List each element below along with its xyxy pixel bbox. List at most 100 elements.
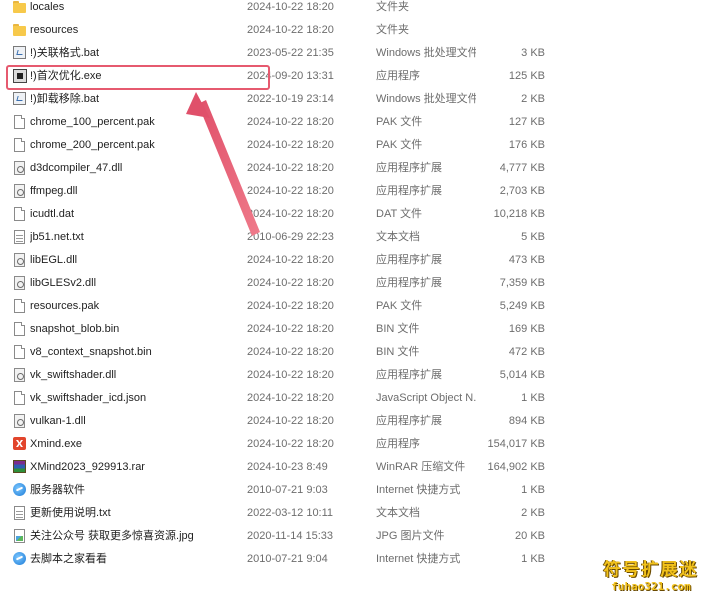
file-size: 125 KB [508,70,545,82]
dll-file-icon [14,276,25,290]
file-date: 2024-10-22 18:20 [247,139,334,151]
file-date: 2024-10-22 18:20 [247,116,334,128]
file-row[interactable]: 服务器软件 2010-07-21 9:03 Internet 快捷方式 1 KB [0,479,560,502]
file-date: 2024-10-22 18:20 [247,254,334,266]
file-icon [14,115,25,129]
image-file-icon [14,529,25,543]
file-icon [14,207,25,221]
file-date: 2022-03-12 10:11 [247,507,334,519]
file-name: libEGL.dll [30,254,78,266]
file-type: PAK 文件 [376,139,423,151]
file-row[interactable]: chrome_200_percent.pak 2024-10-22 18:20 PA… [0,134,560,157]
file-row[interactable]: locales 2024-10-22 18:20 文件夹 [0,0,560,19]
file-size: 154,017 KB [487,438,546,450]
file-row[interactable]: libGLESv2.dll 2024-10-22 18:20 应用程序扩展 7,359… [0,272,560,295]
file-type: 应用程序扩展 [376,369,442,381]
file-size: 473 KB [508,254,545,266]
file-icon [14,299,25,313]
file-row[interactable]: 关注公众号 获取更多惊喜资源.jpg 2020-11-14 15:33 JPG 图片… [0,525,560,548]
file-icon [14,138,25,152]
file-row[interactable]: resources 2024-10-22 18:20 文件夹 [0,19,560,42]
file-size: 4,777 KB [499,162,545,174]
file-icon [14,345,25,359]
file-type: 文件夹 [376,24,409,36]
file-row[interactable]: d3dcompiler_47.dll 2024-10-22 18:20 应用程序扩展… [0,157,560,180]
file-type: 应用程序扩展 [376,415,442,427]
file-type: 应用程序扩展 [376,162,442,174]
folder-icon [13,0,26,15]
file-row[interactable]: v8_context_snapshot.bin 2024-10-22 18:20 B… [0,341,560,364]
file-row[interactable]: XMind2023_929913.rar 2024-10-23 8:49 WinRA… [0,456,560,479]
file-size: 5,249 KB [499,300,545,312]
file-size: 164,902 KB [487,461,546,473]
watermark-url: fuhao321.com [611,580,691,593]
file-row[interactable]: Xmind.exe 2024-10-22 18:20 应用程序 154,017 KB [0,433,560,456]
dll-file-icon [14,368,25,382]
file-size: 1 KB [521,392,545,404]
file-date: 2024-10-22 18:20 [247,162,334,174]
watermark: 符号扩展迷 fuhao321.com [603,560,699,593]
watermark-title: 符号扩展迷 [603,560,699,580]
file-type: 应用程序 [376,438,420,450]
file-row[interactable]: snapshot_blob.bin 2024-10-22 18:20 BIN 文件 1… [0,318,560,341]
file-name: 关注公众号 获取更多惊喜资源.jpg [30,530,194,542]
file-date: 2010-07-21 9:03 [247,484,328,496]
folder-icon [13,23,26,38]
file-size: 5 KB [521,231,545,243]
file-row[interactable]: 去脚本之家看看 2010-07-21 9:04 Internet 快捷方式 1 KB [0,548,560,571]
file-name: libGLESv2.dll [30,277,97,289]
file-name: 更新使用说明.txt [30,507,111,519]
file-size: 2,703 KB [499,185,545,197]
file-date: 2024-10-22 18:20 [247,300,334,312]
file-icon [14,322,25,336]
file-size [470,19,545,42]
file-row[interactable]: jb51.net.txt 2010-06-29 22:23 文本文档 5 KB [0,226,560,249]
file-date: 2010-06-29 22:23 [247,231,334,243]
file-size: 169 KB [508,323,545,335]
file-name: chrome_200_percent.pak [30,139,155,151]
file-name: vk_swiftshader.dll [30,369,117,381]
file-size: 5,014 KB [499,369,545,381]
file-date: 2023-05-22 21:35 [247,47,334,59]
file-size: 1 KB [521,553,545,565]
highlight-box [6,65,270,90]
file-row[interactable]: libEGL.dll 2024-10-22 18:20 应用程序扩展 473 KB [0,249,560,272]
file-date: 2024-10-22 18:20 [247,24,334,36]
file-type: PAK 文件 [376,300,423,312]
file-name: jb51.net.txt [30,231,84,243]
batch-file-icon [13,46,26,59]
rar-archive-icon [13,460,26,473]
file-row[interactable]: vulkan-1.dll 2024-10-22 18:20 应用程序扩展 894 KB [0,410,560,433]
file-row[interactable]: vk_swiftshader.dll 2024-10-22 18:20 应用程序扩展… [0,364,560,387]
file-size: 176 KB [508,139,545,151]
file-size: 1 KB [521,484,545,496]
file-date: 2024-10-22 18:20 [247,1,334,13]
file-row[interactable]: vk_swiftshader_icd.json 2024-10-22 18:20 J… [0,387,560,410]
file-date: 2020-11-14 15:33 [247,530,334,542]
file-type: Internet 快捷方式 [376,484,461,496]
file-row[interactable]: !)卸载移除.bat 2022-10-19 23:14 Windows 批处理文件 2… [0,88,560,111]
file-row[interactable]: icudtl.dat 2024-10-22 18:20 DAT 文件 10,218 K… [0,203,560,226]
file-date: 2024-10-22 18:20 [247,277,334,289]
file-row[interactable]: chrome_100_percent.pak 2024-10-22 18:20 PA… [0,111,560,134]
file-type: Internet 快捷方式 [376,553,461,565]
file-name: snapshot_blob.bin [30,323,120,335]
file-type: 文件夹 [376,1,409,13]
file-size: 472 KB [508,346,545,358]
internet-shortcut-icon [13,552,26,565]
file-name: vulkan-1.dll [30,415,86,427]
file-size: 2 KB [521,507,545,519]
file-name: vk_swiftshader_icd.json [30,392,147,404]
file-size [470,0,545,19]
file-row[interactable]: ffmpeg.dll 2024-10-22 18:20 应用程序扩展 2,703 KB [0,180,560,203]
text-file-icon [14,506,25,520]
file-date: 2022-10-19 23:14 [247,93,334,105]
file-row[interactable]: !)关联格式.bat 2023-05-22 21:35 Windows 批处理文件 3… [0,42,560,65]
file-row[interactable]: 更新使用说明.txt 2022-03-12 10:11 文本文档 2 KB [0,502,560,525]
file-size: 127 KB [508,116,545,128]
dll-file-icon [14,253,25,267]
file-date: 2024-10-22 18:20 [247,369,334,381]
file-type: DAT 文件 [376,208,423,220]
file-date: 2024-10-22 18:20 [247,185,334,197]
file-row[interactable]: resources.pak 2024-10-22 18:20 PAK 文件 5,249… [0,295,560,318]
